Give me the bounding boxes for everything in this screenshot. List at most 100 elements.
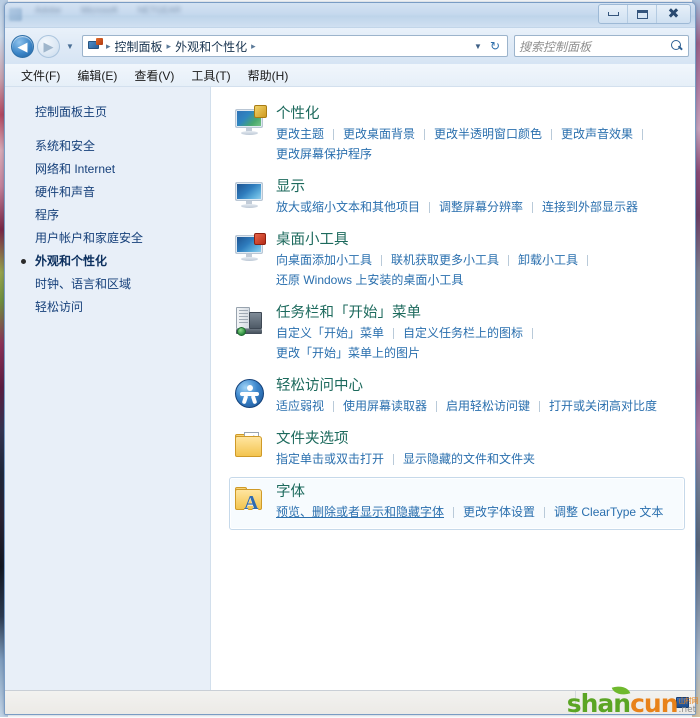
address-bar[interactable]: ▸ 控制面板 ▸ 外观和个性化 ▸ ▼ ↻ [82, 35, 508, 57]
category-title-personalization[interactable]: 个性化 [276, 104, 680, 124]
link-change-start-menu-picture[interactable]: 更改「开始」菜单上的图片 [276, 344, 420, 362]
link-customize-taskbar-icons[interactable]: 自定义任务栏上的图标 [403, 324, 523, 342]
category-links: 放大或缩小文本和其他项目 调整屏幕分辨率 连接到外部显示器 [276, 198, 680, 216]
sidebar-item-hardware-sound[interactable]: 硬件和声音 [5, 181, 210, 204]
sidebar-item-network-internet[interactable]: 网络和 Internet [5, 158, 210, 181]
link-divider [436, 400, 438, 412]
monitor-display-icon [234, 177, 276, 216]
category-links: 适应弱视 使用屏幕读取器 启用轻松访问键 打开或关闭高对比度 [276, 397, 680, 415]
forward-button[interactable]: ▶ [37, 34, 60, 58]
category-title-desktop-gadgets[interactable]: 桌面小工具 [276, 230, 680, 250]
link-toggle-high-contrast[interactable]: 打开或关闭高对比度 [549, 397, 657, 415]
chevron-down-icon: ▼ [66, 41, 74, 51]
link-change-sound-effects[interactable]: 更改声音效果 [561, 125, 633, 143]
menu-view[interactable]: 查看(V) [134, 67, 174, 84]
link-accommodate-low-vision[interactable]: 适应弱视 [276, 397, 324, 415]
menu-file[interactable]: 文件(F) [21, 67, 60, 84]
link-show-hidden-files[interactable]: 显示隐藏的文件和文件夹 [403, 450, 535, 468]
link-divider [508, 254, 510, 266]
category-body: 任务栏和「开始」菜单 自定义「开始」菜单 自定义任务栏上的图标 更改「开始」菜单… [276, 303, 680, 362]
sidebar-item-clock-language-region[interactable]: 时钟、语言和区域 [5, 273, 210, 296]
sidebar-item-programs[interactable]: 程序 [5, 204, 210, 227]
link-customize-start-menu[interactable]: 自定义「开始」菜单 [276, 324, 384, 342]
refresh-icon[interactable]: ↻ [487, 39, 503, 53]
minimize-icon [607, 12, 619, 16]
category-personalization[interactable]: 个性化 更改主题 更改桌面背景 更改半透明窗口颜色 更改声音效果 更改屏幕保护程… [229, 99, 685, 172]
link-divider [381, 254, 383, 266]
link-divider [393, 327, 395, 339]
link-divider [544, 506, 546, 518]
content-pane: 个性化 更改主题 更改桌面背景 更改半透明窗口颜色 更改声音效果 更改屏幕保护程… [211, 87, 695, 690]
link-add-gadgets[interactable]: 向桌面添加小工具 [276, 251, 372, 269]
desktop-gadgets-icon [234, 230, 276, 289]
link-change-window-color[interactable]: 更改半透明窗口颜色 [434, 125, 542, 143]
recent-pages-dropdown[interactable]: ▼ [63, 36, 77, 56]
title-bar[interactable]: Adobe Microsoft NETGEAR ✖ [5, 3, 695, 28]
link-change-font-settings[interactable]: 更改字体设置 [463, 503, 535, 521]
link-adjust-cleartype-text[interactable]: 调整 ClearType 文本 [554, 503, 663, 521]
category-folder-options[interactable]: 文件夹选项 指定单击或双击打开 显示隐藏的文件和文件夹 [229, 424, 685, 477]
category-title-folder-options[interactable]: 文件夹选项 [276, 429, 680, 449]
sidebar-item-ease-of-access[interactable]: 轻松访问 [5, 296, 210, 319]
search-box[interactable]: 搜索控制面板 [514, 35, 689, 57]
category-desktop-gadgets[interactable]: 桌面小工具 向桌面添加小工具 联机获取更多小工具 卸载小工具 还原 Window… [229, 225, 685, 298]
menu-help[interactable]: 帮助(H) [248, 67, 289, 84]
category-title-fonts[interactable]: 字体 [276, 482, 680, 502]
category-title-display[interactable]: 显示 [276, 177, 680, 197]
category-title-taskbar[interactable]: 任务栏和「开始」菜单 [276, 303, 680, 323]
link-change-screen-saver[interactable]: 更改屏幕保护程序 [276, 145, 372, 163]
category-title-ease-of-access[interactable]: 轻松访问中心 [276, 376, 680, 396]
link-divider [424, 128, 426, 140]
link-divider [642, 128, 644, 140]
link-use-screen-reader[interactable]: 使用屏幕读取器 [343, 397, 427, 415]
address-dropdown-icon[interactable]: ▼ [469, 42, 487, 51]
sidebar-item-appearance-personalization[interactable]: 外观和个性化 [5, 250, 210, 273]
maximize-button[interactable] [628, 5, 657, 23]
category-body: 轻松访问中心 适应弱视 使用屏幕读取器 启用轻松访问键 打开或关闭高对比度 [276, 376, 680, 415]
ease-of-access-icon [234, 376, 276, 415]
window-controls: ✖ [598, 4, 691, 24]
link-get-more-gadgets-online[interactable]: 联机获取更多小工具 [391, 251, 499, 269]
obscured-label-1: Adobe [35, 5, 62, 15]
link-restore-gadgets[interactable]: 还原 Windows 上安装的桌面小工具 [276, 271, 463, 289]
link-uninstall-gadget[interactable]: 卸载小工具 [518, 251, 578, 269]
search-input[interactable]: 搜索控制面板 [519, 38, 670, 55]
link-change-desktop-background[interactable]: 更改桌面背景 [343, 125, 415, 143]
fonts-folder-icon: A [234, 482, 276, 521]
category-ease-of-access-center[interactable]: 轻松访问中心 适应弱视 使用屏幕读取器 启用轻松访问键 打开或关闭高对比度 [229, 371, 685, 424]
obscured-label-2: Microsoft [81, 5, 118, 15]
category-links: 向桌面添加小工具 联机获取更多小工具 卸载小工具 还原 Windows 上安装的… [276, 251, 680, 289]
link-turn-on-easy-access-keys[interactable]: 启用轻松访问键 [446, 397, 530, 415]
sidebar-item-user-accounts[interactable]: 用户帐户和家庭安全 [5, 227, 210, 250]
computer-icon [676, 697, 689, 708]
navigation-bar: ◀ ▶ ▼ ▸ 控制面板 ▸ 外观和个性化 ▸ ▼ ↻ 搜索控制面板 [5, 28, 695, 64]
category-body: 文件夹选项 指定单击或双击打开 显示隐藏的文件和文件夹 [276, 429, 680, 468]
link-connect-external-display[interactable]: 连接到外部显示器 [542, 198, 638, 216]
menu-bar: 文件(F) 编辑(E) 查看(V) 工具(T) 帮助(H) [5, 64, 695, 87]
breadcrumb-item-appearance[interactable]: 外观和个性化 [172, 37, 250, 56]
window-body: 控制面板主页 系统和安全 网络和 Internet 硬件和声音 程序 用户帐户和… [5, 87, 695, 690]
link-make-text-larger[interactable]: 放大或缩小文本和其他项目 [276, 198, 420, 216]
sidebar-item-system-security[interactable]: 系统和安全 [5, 135, 210, 158]
category-fonts[interactable]: A 字体 预览、删除或者显示和隐藏字体 更改字体设置 调整 ClearType … [229, 477, 685, 530]
link-change-theme[interactable]: 更改主题 [276, 125, 324, 143]
category-display[interactable]: 显示 放大或缩小文本和其他项目 调整屏幕分辨率 连接到外部显示器 [229, 172, 685, 225]
menu-edit[interactable]: 编辑(E) [77, 67, 117, 84]
back-arrow-icon: ◀ [17, 38, 28, 54]
sidebar-item-control-panel-home[interactable]: 控制面板主页 [5, 101, 210, 122]
link-divider [333, 400, 335, 412]
category-taskbar-start-menu[interactable]: 任务栏和「开始」菜单 自定义「开始」菜单 自定义任务栏上的图标 更改「开始」菜单… [229, 298, 685, 371]
back-button[interactable]: ◀ [11, 34, 34, 58]
menu-tools[interactable]: 工具(T) [191, 67, 230, 84]
maximize-icon [636, 9, 648, 19]
close-button[interactable]: ✖ [657, 5, 690, 23]
obscured-desktop-icon-labels: Adobe Microsoft NETGEAR [35, 5, 181, 15]
breadcrumb-separator-2[interactable]: ▸ [250, 41, 257, 52]
link-adjust-screen-resolution[interactable]: 调整屏幕分辨率 [439, 198, 523, 216]
minimize-button[interactable] [599, 5, 628, 23]
link-divider [587, 254, 589, 266]
link-divider [539, 400, 541, 412]
link-single-double-click[interactable]: 指定单击或双击打开 [276, 450, 384, 468]
breadcrumb-item-control-panel[interactable]: 控制面板 [112, 37, 166, 56]
link-preview-delete-show-hide-fonts[interactable]: 预览、删除或者显示和隐藏字体 [276, 503, 444, 521]
